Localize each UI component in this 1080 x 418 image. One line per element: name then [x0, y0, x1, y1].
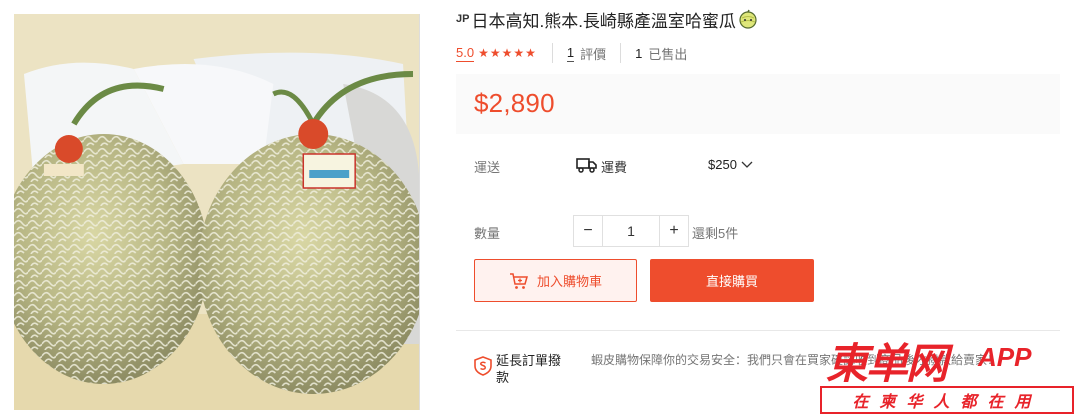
watermark-tagline: 在柬华人都在用 — [820, 386, 1074, 414]
origin-flag: JP — [456, 13, 470, 25]
sold-label: 已售出 — [648, 46, 688, 62]
cart-icon — [509, 272, 528, 289]
buy-now-button[interactable]: 直接購買 — [650, 259, 814, 302]
melon-photo — [14, 14, 419, 410]
quantity-stepper: − 1 + — [573, 215, 689, 247]
guarantee-title: 延長訂單撥款 — [496, 353, 562, 385]
shipping-fee-label: 運費 — [601, 160, 628, 175]
review-label: 評價 — [580, 46, 607, 62]
watermark-logo: 東单网 — [826, 339, 948, 388]
divider — [620, 43, 622, 63]
quantity-increase-button[interactable]: + — [660, 216, 688, 246]
watermark: 東单网 APP 在柬华人都在用 — [820, 328, 1078, 416]
watermark-app: APP — [978, 342, 1032, 372]
chevron-down-icon — [741, 161, 753, 168]
star-icon: ★ — [525, 46, 536, 60]
product-title: 日本高知.熊本.長崎縣產溫室哈蜜瓜 — [471, 11, 736, 31]
review-count[interactable]: 1 — [566, 45, 575, 62]
price-box: $2,890 — [456, 74, 1060, 134]
shield-icon — [474, 356, 492, 376]
quantity-decrease-button[interactable]: − — [574, 216, 602, 246]
buy-now-label: 直接購買 — [705, 274, 758, 289]
rating-stars: ★ ★ ★ ★ ★ — [478, 46, 536, 60]
add-to-cart-button[interactable]: 加入購物車 — [474, 259, 637, 302]
truck-icon — [576, 158, 597, 173]
star-icon: ★ — [478, 46, 489, 60]
stock-remaining: 還剩5件 — [692, 226, 739, 241]
add-to-cart-label: 加入購物車 — [536, 274, 602, 289]
sold-count: 1 — [635, 45, 643, 61]
rating-score[interactable]: 5.0 — [456, 45, 475, 62]
divider — [551, 43, 553, 63]
star-icon: ★ — [489, 46, 501, 60]
product-title-row: JP 日本高知.熊本.長崎縣產溫室哈蜜瓜 — [456, 6, 758, 32]
quantity-input[interactable]: 1 — [602, 216, 660, 246]
quantity-label: 數量 — [474, 226, 501, 241]
product-price: $2,890 — [474, 88, 555, 118]
star-icon: ★ — [513, 46, 525, 60]
star-icon: ★ — [501, 46, 513, 60]
shipping-fee-value: $250 — [708, 157, 737, 172]
product-image[interactable] — [14, 14, 420, 410]
rating-row: 5.0 ★ ★ ★ ★ ★ 1 評價 1 已售出 — [456, 42, 701, 64]
shipping-fee-dropdown[interactable]: $250 — [708, 157, 753, 172]
shipping-label: 運送 — [474, 160, 501, 175]
melon-icon — [739, 9, 757, 29]
